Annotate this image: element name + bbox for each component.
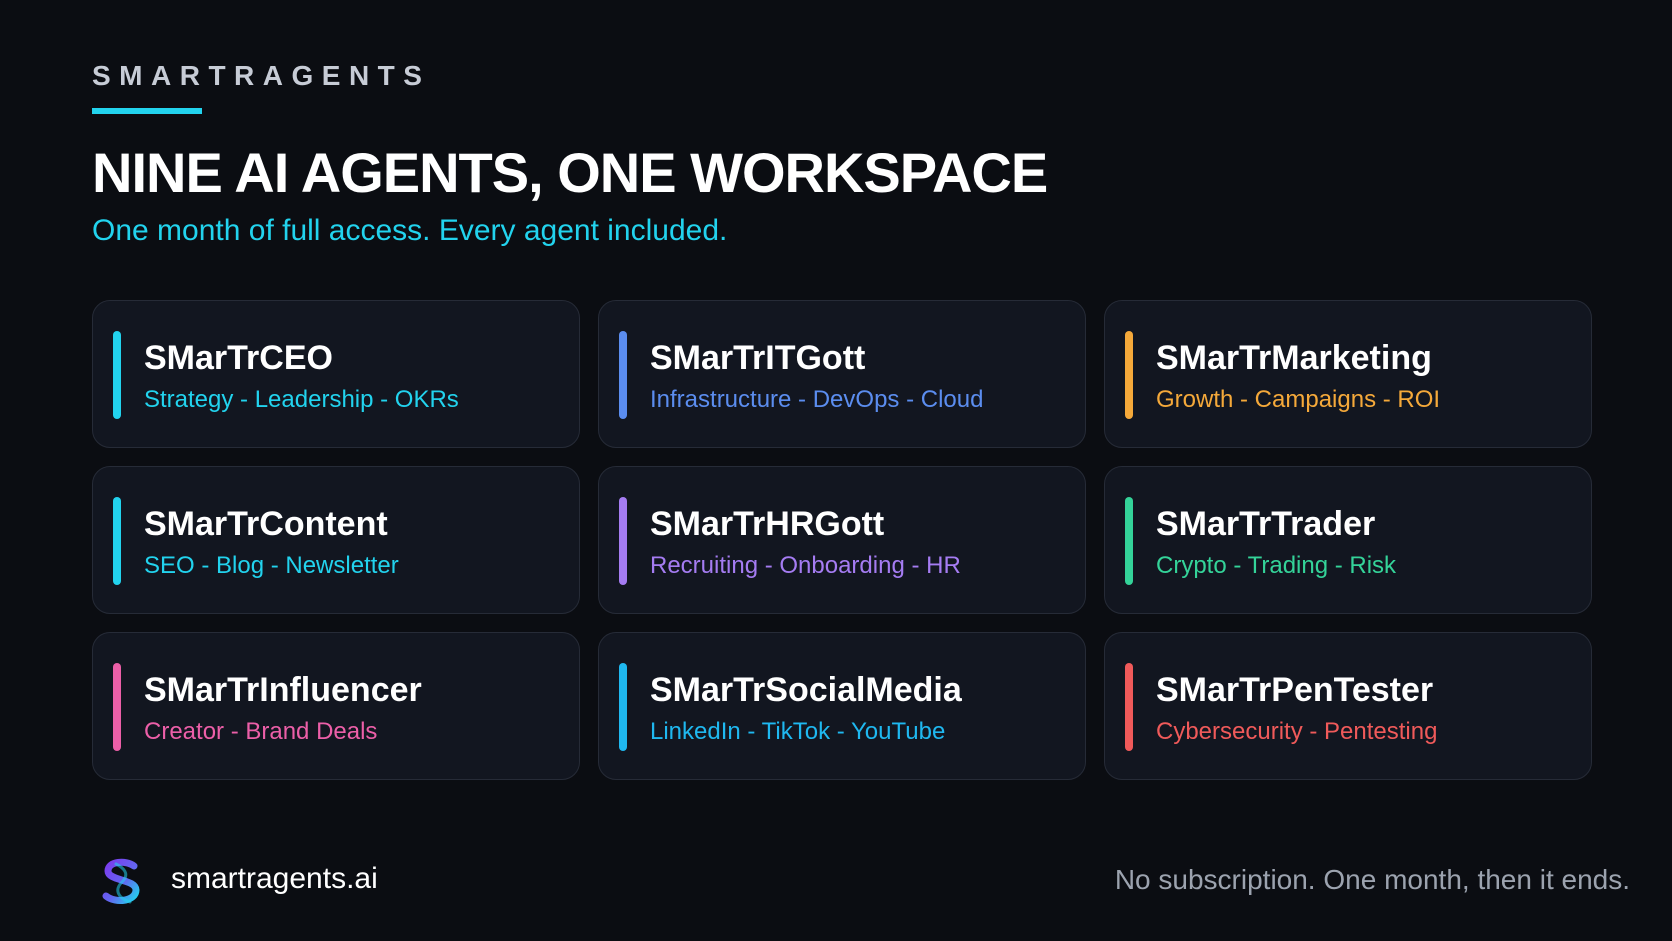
agent-name: SMarTrCEO [144,339,333,377]
page-title: NINE AI AGENTS, ONE WORKSPACE [92,141,1048,204]
agent-name: SMarTrPenTester [1156,671,1434,709]
agent-accent-bar [1125,663,1133,751]
footer-site-link[interactable]: smartragents.ai [171,862,378,896]
agent-accent-bar [1125,497,1133,585]
agent-card[interactable]: SMarTrTrader Crypto - Trading - Risk [1104,466,1592,614]
agent-name: SMarTrMarketing [1156,339,1432,377]
agent-tags: Cybersecurity - Pentesting [1156,718,1438,745]
agent-card[interactable]: SMarTrHRGott Recruiting - Onboarding - HR [598,466,1086,614]
agent-accent-bar [113,497,121,585]
agent-tags: Growth - Campaigns - ROI [1156,386,1441,413]
agent-card[interactable]: SMarTrContent SEO - Blog - Newsletter [92,466,580,614]
brand-wordmark: SMARTRAGENTS [92,60,431,91]
agent-card[interactable]: SMarTrCEO Strategy - Leadership - OKRs [92,300,580,448]
footer-note: No subscription. One month, then it ends… [1114,864,1630,895]
page-subtitle: One month of full access. Every agent in… [92,214,728,247]
agent-tags: SEO - Blog - Newsletter [144,552,399,579]
agent-tags: LinkedIn - TikTok - YouTube [650,718,946,745]
agent-accent-bar [619,497,627,585]
agent-card[interactable]: SMarTrMarketing Growth - Campaigns - ROI [1104,300,1592,448]
agent-tags: Infrastructure - DevOps - Cloud [650,386,984,413]
agent-accent-bar [113,331,121,419]
brand-underline [92,108,202,114]
smartragents-logo-icon [102,858,140,905]
agent-name: SMarTrSocialMedia [650,671,962,709]
agent-card[interactable]: SMarTrInfluencer Creator - Brand Deals [92,632,580,780]
agent-card[interactable]: SMarTrSocialMedia LinkedIn - TikTok - You… [598,632,1086,780]
agent-tags: Strategy - Leadership - OKRs [144,386,459,413]
agent-name: SMarTrInfluencer [144,671,422,709]
agent-accent-bar [619,331,627,419]
agent-tags: Recruiting - Onboarding - HR [650,552,961,579]
agent-card[interactable]: SMarTrPenTester Cybersecurity - Pentestin… [1104,632,1592,780]
agent-accent-bar [619,663,627,751]
agent-grid: SMarTrCEO Strategy - Leadership - OKRs SMa… [92,300,1594,780]
agent-accent-bar [113,663,121,751]
agent-card[interactable]: SMarTrITGott Infrastructure - DevOps - Cl… [598,300,1086,448]
agent-accent-bar [1125,331,1133,419]
agent-name: SMarTrITGott [650,339,866,377]
agent-name: SMarTrTrader [1156,505,1376,543]
agent-name: SMarTrHRGott [650,505,885,543]
agent-name: SMarTrContent [144,505,388,543]
page: SMARTRAGENTS NINE AI AGENTS, ONE WORKSPA… [0,0,1672,941]
agent-tags: Crypto - Trading - Risk [1156,552,1397,579]
agent-tags: Creator - Brand Deals [144,718,378,745]
